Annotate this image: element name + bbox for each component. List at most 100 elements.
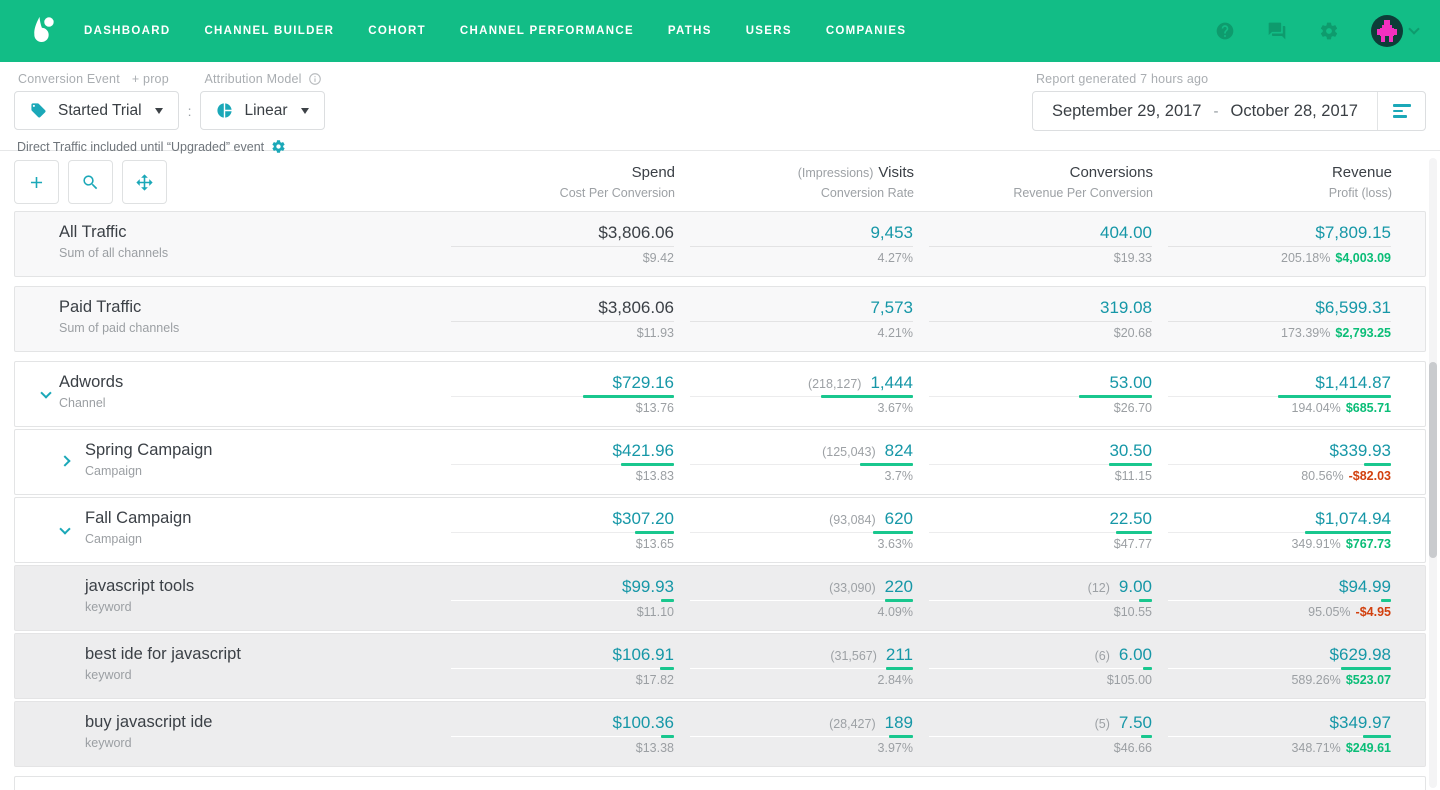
cell-main-value[interactable]: 319.08 bbox=[1100, 298, 1152, 318]
cell-main-value[interactable]: $94.99 bbox=[1339, 577, 1391, 597]
cell-main-value[interactable]: $1,414.87 bbox=[1315, 373, 1391, 393]
cell-main-value[interactable]: 22.50 bbox=[1109, 509, 1152, 529]
cell-divider bbox=[1168, 321, 1391, 322]
nav-item-channel-performance[interactable]: CHANNEL PERFORMANCE bbox=[460, 25, 634, 37]
cell-main-value[interactable]: 824 bbox=[885, 441, 913, 461]
avatar[interactable] bbox=[1371, 15, 1403, 47]
cell-main-value[interactable]: $7,809.15 bbox=[1315, 223, 1391, 243]
table-row[interactable]: Fall Campaign Campaign $307.20 $13.65 (9… bbox=[14, 497, 1426, 563]
nav-item-companies[interactable]: COMPANIES bbox=[826, 25, 907, 37]
cell-sub: $47.77 bbox=[1114, 537, 1152, 551]
cell-main-value[interactable]: $106.91 bbox=[613, 645, 674, 665]
nav-item-dashboard[interactable]: DASHBOARD bbox=[84, 25, 170, 37]
settings-gear-icon[interactable] bbox=[1319, 21, 1339, 41]
filter-separator: : bbox=[188, 91, 192, 130]
cell-divider bbox=[451, 464, 674, 465]
cell-main-value[interactable]: 30.50 bbox=[1109, 441, 1152, 461]
value-bar bbox=[660, 667, 674, 670]
cell-divider bbox=[451, 321, 674, 322]
cell-main-value[interactable]: $349.97 bbox=[1330, 713, 1391, 733]
table-row[interactable]: Video $300.90 675 14.00 $844.07 bbox=[14, 776, 1426, 790]
row-expand-chevron[interactable] bbox=[42, 389, 50, 397]
cell-main-value[interactable]: 53.00 bbox=[1109, 373, 1152, 393]
cell-main-value[interactable]: 404.00 bbox=[1100, 223, 1152, 243]
cell-sub: 205.18%$4,003.09 bbox=[1281, 251, 1391, 265]
filter-bar: Conversion Event + prop Started Trial : … bbox=[0, 62, 1440, 151]
row-expand-chevron[interactable] bbox=[61, 457, 69, 465]
help-icon[interactable] bbox=[1215, 21, 1235, 41]
date-options-icon[interactable] bbox=[1378, 92, 1425, 130]
search-button[interactable] bbox=[68, 160, 113, 204]
note-gear-icon[interactable] bbox=[271, 139, 286, 154]
app-logo[interactable] bbox=[22, 13, 58, 49]
info-icon[interactable] bbox=[308, 72, 322, 86]
cell-main-value[interactable]: $100.36 bbox=[613, 713, 674, 733]
nav-item-channel-builder[interactable]: CHANNEL BUILDER bbox=[204, 25, 334, 37]
cell-main-value[interactable]: $339.93 bbox=[1330, 441, 1391, 461]
table-row[interactable]: Adwords Channel $729.16 $13.76 (218,127)… bbox=[14, 361, 1426, 427]
row-expand-chevron[interactable] bbox=[61, 525, 69, 533]
row-title-block: javascript tools keyword bbox=[15, 566, 435, 630]
cell-main-value[interactable]: 9.00 bbox=[1119, 577, 1152, 597]
column-header-visits[interactable]: (Impressions)Visits Conversion Rate bbox=[675, 164, 914, 200]
cell-revenue: $7,809.15 205.18%$4,003.09 bbox=[1152, 212, 1391, 276]
table-row[interactable]: Paid Traffic Sum of paid channels $3,806… bbox=[14, 286, 1426, 352]
cell-main-value[interactable]: 7.50 bbox=[1119, 713, 1152, 733]
cell-revenue: $844.07 bbox=[1152, 777, 1391, 790]
table-row[interactable]: All Traffic Sum of all channels $3,806.0… bbox=[14, 211, 1426, 277]
cell-conversions: 53.00 $26.70 bbox=[913, 362, 1152, 426]
value-bar bbox=[621, 463, 674, 466]
table-row[interactable]: buy javascript ide keyword $100.36 $13.3… bbox=[14, 701, 1426, 767]
cell-main-value[interactable]: 1,444 bbox=[870, 373, 913, 393]
cell-main-value[interactable]: $1,074.94 bbox=[1315, 509, 1391, 529]
value-bar bbox=[1363, 735, 1391, 738]
column-header-conversions[interactable]: Conversions Revenue Per Conversion bbox=[914, 164, 1153, 200]
attribution-model-select[interactable]: Linear bbox=[200, 91, 324, 130]
cell-main-value[interactable]: 211 bbox=[886, 645, 913, 665]
cell-main-value[interactable]: 189 bbox=[885, 713, 913, 733]
row-subtitle: keyword bbox=[85, 668, 435, 682]
column-header-spend[interactable]: Spend Cost Per Conversion bbox=[436, 164, 675, 200]
cell-main-value[interactable]: $307.20 bbox=[613, 509, 674, 529]
date-range-picker[interactable]: September 29, 2017 - October 28, 2017 bbox=[1032, 91, 1426, 131]
add-prop-link[interactable]: + prop bbox=[132, 72, 169, 86]
cell-main-value[interactable]: $99.93 bbox=[622, 577, 674, 597]
attribution-model-label-text: Attribution Model bbox=[204, 72, 301, 86]
user-menu[interactable] bbox=[1371, 15, 1418, 47]
value-bar bbox=[635, 531, 674, 534]
cell-main-value[interactable]: 9,453 bbox=[870, 223, 913, 243]
table-row[interactable]: Spring Campaign Campaign $421.96 $13.83 … bbox=[14, 429, 1426, 495]
chat-icon[interactable] bbox=[1267, 21, 1287, 41]
add-channel-button[interactable] bbox=[14, 160, 59, 204]
conversion-event-select[interactable]: Started Trial bbox=[14, 91, 179, 130]
cell-main-value[interactable]: $6,599.31 bbox=[1315, 298, 1391, 318]
nav-item-users[interactable]: USERS bbox=[746, 25, 792, 37]
cell-divider bbox=[929, 600, 1152, 601]
cell-main-value[interactable]: $421.96 bbox=[613, 441, 674, 461]
channel-performance-table: Spend Cost Per Conversion (Impressions)V… bbox=[0, 151, 1440, 790]
attribution-model-label: Attribution Model bbox=[204, 72, 324, 86]
cell-divider bbox=[929, 321, 1152, 322]
cell-sub: $10.55 bbox=[1114, 605, 1152, 619]
cell-main-value[interactable]: $729.16 bbox=[613, 373, 674, 393]
cell-main-value[interactable]: 620 bbox=[885, 509, 913, 529]
value-bar bbox=[1079, 395, 1152, 398]
cell-sub: $13.83 bbox=[636, 469, 674, 483]
column-header-revenue[interactable]: Revenue Profit (loss) bbox=[1153, 164, 1392, 200]
caret-down-icon bbox=[301, 108, 309, 114]
move-reorder-button[interactable] bbox=[122, 160, 167, 204]
nav-item-cohort[interactable]: COHORT bbox=[368, 25, 426, 37]
scrollbar-thumb[interactable] bbox=[1429, 362, 1437, 558]
table-row[interactable]: javascript tools keyword $99.93 $11.10 (… bbox=[14, 565, 1426, 631]
cell-main-value[interactable]: 7,573 bbox=[870, 298, 913, 318]
row-title-block: Adwords Channel bbox=[15, 362, 435, 426]
cell-main-value[interactable]: 6.00 bbox=[1119, 645, 1152, 665]
conversion-event-label: Conversion Event + prop bbox=[18, 72, 179, 86]
cell-main-value[interactable]: 220 bbox=[885, 577, 913, 597]
cell-sub: 349.91%$767.73 bbox=[1291, 537, 1391, 551]
cell-visits: (125,043)824 3.7% bbox=[674, 430, 913, 494]
table-row[interactable]: best ide for javascript keyword $106.91 … bbox=[14, 633, 1426, 699]
cell-main-value[interactable]: $629.98 bbox=[1330, 645, 1391, 665]
nav-item-paths[interactable]: PATHS bbox=[668, 25, 712, 37]
cell-revenue: $349.97 348.71%$249.61 bbox=[1152, 702, 1391, 766]
